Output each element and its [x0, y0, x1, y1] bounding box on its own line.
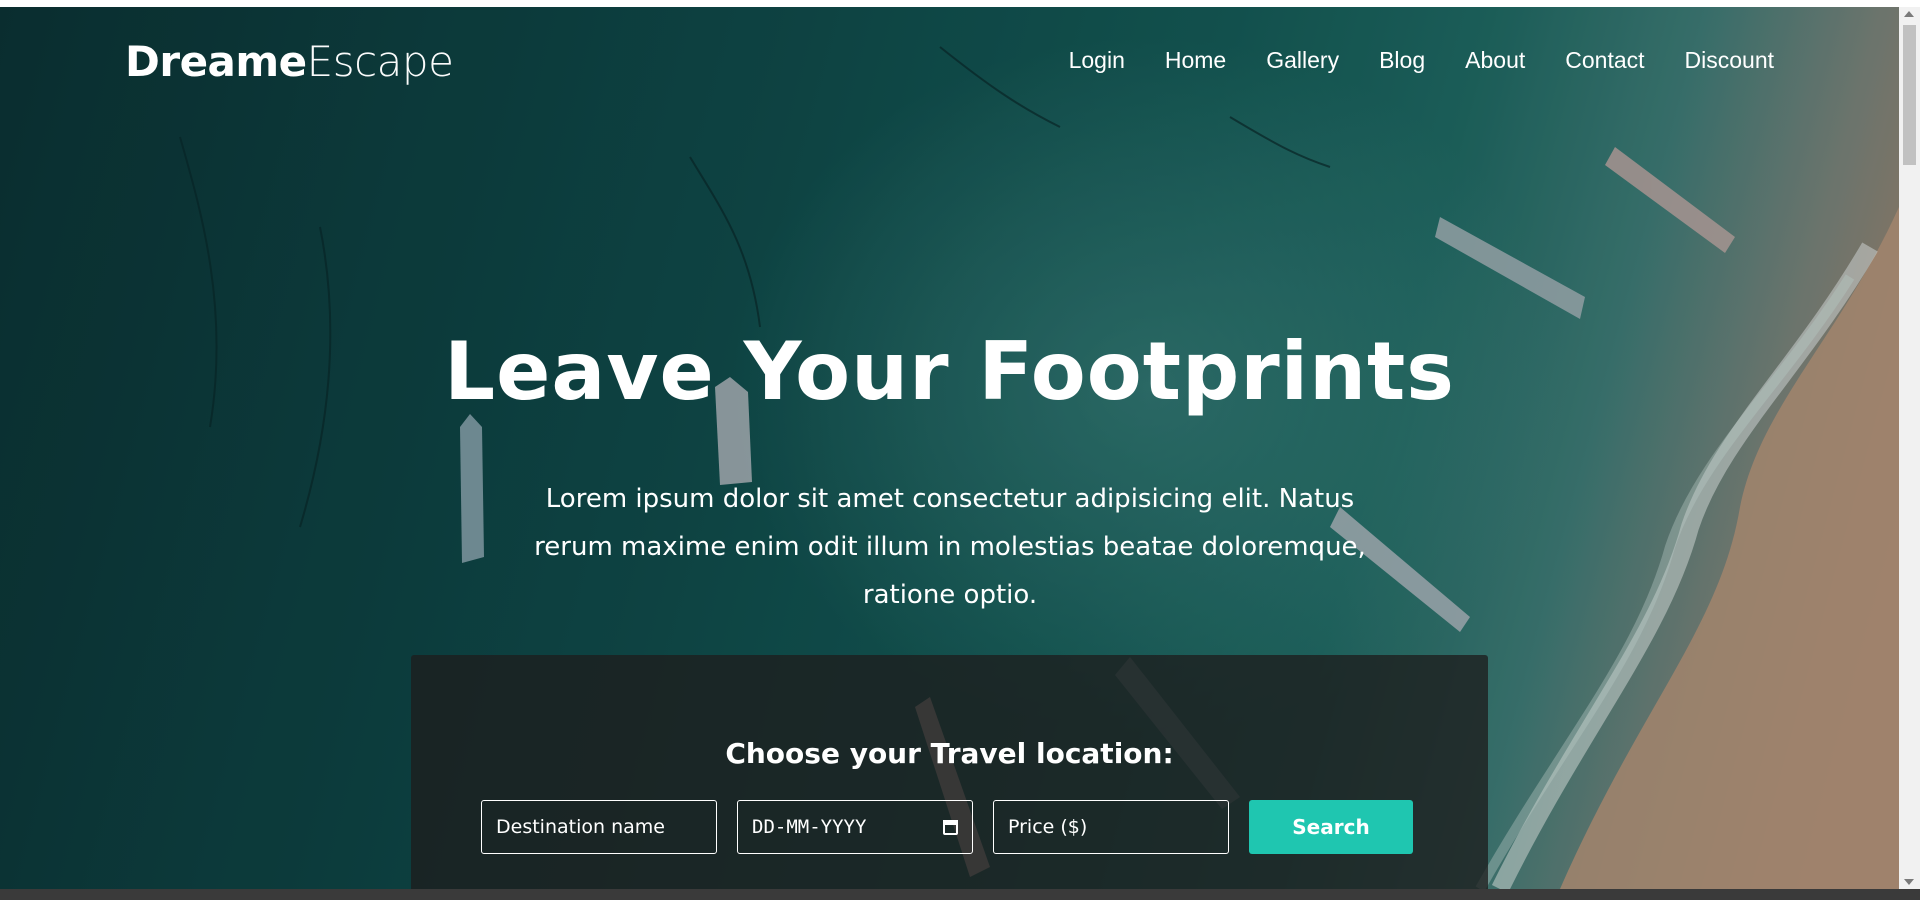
browser-bottom-strip [0, 889, 1920, 900]
hero-headline: Leave Your Footprints [444, 325, 1455, 418]
date-input[interactable]: DD-MM-YYYY [737, 800, 973, 854]
search-panel-title: Choose your Travel location: [725, 737, 1174, 770]
hero-background: DreameEscape Login Home Gallery Blog Abo… [0, 7, 1899, 889]
browser-top-strip [0, 0, 1920, 7]
search-button[interactable]: Search [1249, 800, 1413, 854]
destination-input[interactable]: Destination name [481, 800, 717, 854]
date-placeholder: DD-MM-YYYY [752, 816, 867, 838]
nav-blog[interactable]: Blog [1379, 47, 1425, 74]
logo-bold-text: Dreame [125, 37, 307, 86]
destination-placeholder: Destination name [496, 816, 665, 838]
nav-about[interactable]: About [1465, 47, 1525, 74]
scroll-thumb[interactable] [1903, 25, 1916, 165]
scroll-down-arrow-icon[interactable] [1904, 879, 1914, 885]
calendar-icon[interactable] [943, 819, 958, 835]
price-placeholder: Price ($) [1008, 816, 1088, 838]
logo-light-text: Escape [306, 37, 454, 86]
nav-contact[interactable]: Contact [1565, 47, 1644, 74]
vertical-scrollbar[interactable] [1899, 7, 1920, 889]
main-navigation: Login Home Gallery Blog About Contact Di… [1069, 47, 1774, 74]
hero-lead-text: Lorem ipsum dolor sit amet consectetur a… [534, 484, 1366, 610]
price-input[interactable]: Price ($) [993, 800, 1229, 854]
nav-home[interactable]: Home [1165, 47, 1226, 74]
scroll-up-arrow-icon[interactable] [1904, 11, 1914, 17]
search-panel: Choose your Travel location: Destination… [411, 655, 1488, 889]
nav-gallery[interactable]: Gallery [1266, 47, 1339, 74]
search-fields: Destination name DD-MM-YYYY Price ($) Se… [481, 800, 1413, 854]
nav-discount[interactable]: Discount [1685, 47, 1774, 74]
site-logo[interactable]: DreameEscape [125, 37, 454, 86]
nav-login[interactable]: Login [1069, 47, 1125, 74]
